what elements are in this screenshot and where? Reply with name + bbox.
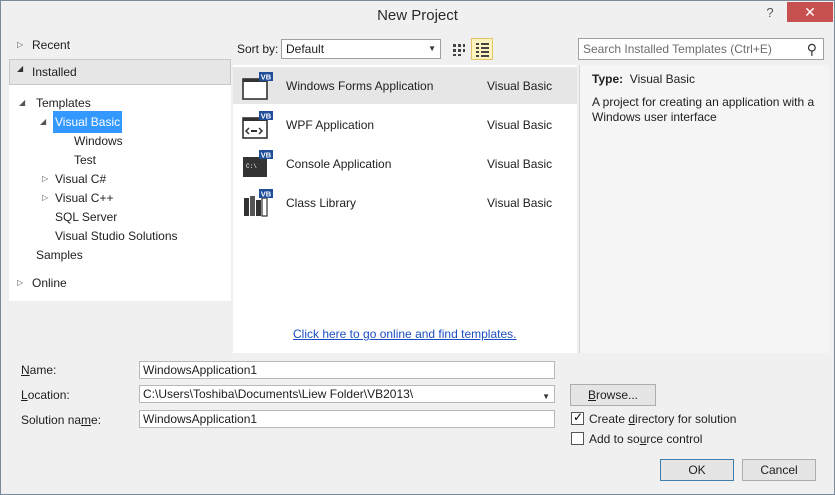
location-combobox[interactable]: C:\Users\Toshiba\Documents\Liew Folder\V…: [139, 385, 555, 403]
vb-badge: VB: [261, 73, 272, 82]
windows-forms-icon: VB: [242, 72, 273, 100]
nav-samples-label: Samples: [36, 248, 83, 262]
new-project-dialog: New Project ? ✕ ▷ Recent ◢ Installed ◢ T…: [0, 0, 835, 495]
nav-recent-label: Recent: [32, 38, 71, 52]
create-directory-label[interactable]: Create directory for solution: [589, 412, 736, 426]
nav-samples[interactable]: Samples: [9, 244, 231, 266]
sort-by-dropdown[interactable]: Default ▼: [281, 39, 441, 59]
class-library-icon: VB: [244, 189, 273, 217]
template-language: Visual Basic: [487, 157, 553, 171]
window-title: New Project: [377, 7, 458, 24]
browse-button[interactable]: Browse...: [570, 384, 656, 406]
type-value: Visual Basic: [629, 72, 695, 86]
template-type: Type: Visual Basic: [592, 72, 695, 86]
vb-badge: VB: [261, 151, 272, 160]
template-row-class-library[interactable]: VB Class Library Visual Basic: [233, 184, 577, 221]
search-placeholder: Search Installed Templates (Ctrl+E): [583, 42, 772, 56]
project-name-input[interactable]: WindowsApplication1: [139, 361, 555, 379]
template-tree: ▷ Recent ◢ Installed ◢ Templates ◢ Visua…: [9, 33, 231, 349]
small-icons-view-button[interactable]: [447, 38, 469, 60]
checkmark-icon: ✓: [573, 410, 584, 424]
wpf-icon: VB: [242, 111, 273, 139]
dropdown-arrow-icon[interactable]: ▼: [542, 389, 550, 405]
template-language: Visual Basic: [487, 118, 553, 132]
location-label: Location:: [21, 388, 70, 402]
sort-by-label: Sort by:: [237, 42, 279, 56]
nav-installed-label: Installed: [32, 65, 77, 79]
nav-online[interactable]: ▷ Online: [9, 272, 231, 294]
template-list: VB Windows Forms Application Visual Basi…: [233, 65, 577, 353]
sort-by-value: Default: [286, 42, 325, 56]
template-name: WPF Application: [286, 118, 375, 132]
template-description: A project for creating an application wi…: [592, 95, 815, 124]
cancel-button[interactable]: Cancel: [742, 459, 816, 481]
search-templates-input[interactable]: Search Installed Templates (Ctrl+E) ⚲: [578, 38, 824, 60]
solution-name-input[interactable]: WindowsApplication1: [139, 410, 555, 428]
list-view-icon: [476, 43, 489, 57]
close-button[interactable]: ✕: [787, 2, 833, 22]
create-directory-checkbox[interactable]: ✓: [571, 410, 584, 425]
title-bar: New Project ? ✕: [1, 1, 834, 31]
template-language: Visual Basic: [487, 196, 553, 210]
installed-tree: ◢ Templates ◢ Visual Basic Windows Test …: [9, 85, 231, 301]
name-label: Name:: [21, 363, 57, 377]
ok-button[interactable]: OK: [660, 459, 734, 481]
template-row-windows-forms[interactable]: VB Windows Forms Application Visual Basi…: [233, 67, 577, 104]
template-name: Windows Forms Application: [286, 79, 434, 93]
add-source-control-checkbox[interactable]: [571, 432, 584, 445]
nav-online-label: Online: [32, 276, 67, 290]
find-templates-online-link[interactable]: Click here to go online and find templat…: [293, 327, 516, 341]
nav-recent[interactable]: ▷ Recent: [9, 34, 231, 56]
expand-arrow-icon: ▷: [17, 278, 24, 287]
solution-name-label: Solution name:: [21, 413, 102, 427]
console-prompt-text: C:\: [246, 163, 257, 170]
expand-arrow-icon: ▷: [17, 40, 24, 49]
help-button[interactable]: ?: [761, 5, 779, 23]
vb-badge: VB: [261, 112, 272, 121]
add-source-control-label[interactable]: Add to source control: [589, 432, 702, 446]
template-name: Console Application: [286, 157, 392, 171]
dropdown-arrow-icon: ▼: [428, 44, 436, 53]
template-row-wpf[interactable]: VB WPF Application Visual Basic: [233, 106, 577, 143]
template-language: Visual Basic: [487, 79, 553, 93]
nav-installed[interactable]: ◢ Installed: [9, 59, 231, 85]
template-name: Class Library: [286, 196, 357, 210]
template-row-console[interactable]: C:\ VB Console Application Visual Basic: [233, 145, 577, 182]
location-value: C:\Users\Toshiba\Documents\Liew Folder\V…: [143, 387, 414, 401]
grid-view-icon: [453, 44, 465, 56]
type-label: Type:: [592, 72, 624, 86]
vb-badge: VB: [261, 190, 272, 199]
details-view-button[interactable]: [471, 38, 493, 60]
template-details: Type: Visual Basic A project for creatin…: [579, 65, 829, 353]
search-icon[interactable]: ⚲: [807, 39, 817, 59]
console-icon: C:\ VB: [243, 150, 273, 177]
collapse-arrow-icon: ◢: [17, 64, 24, 73]
